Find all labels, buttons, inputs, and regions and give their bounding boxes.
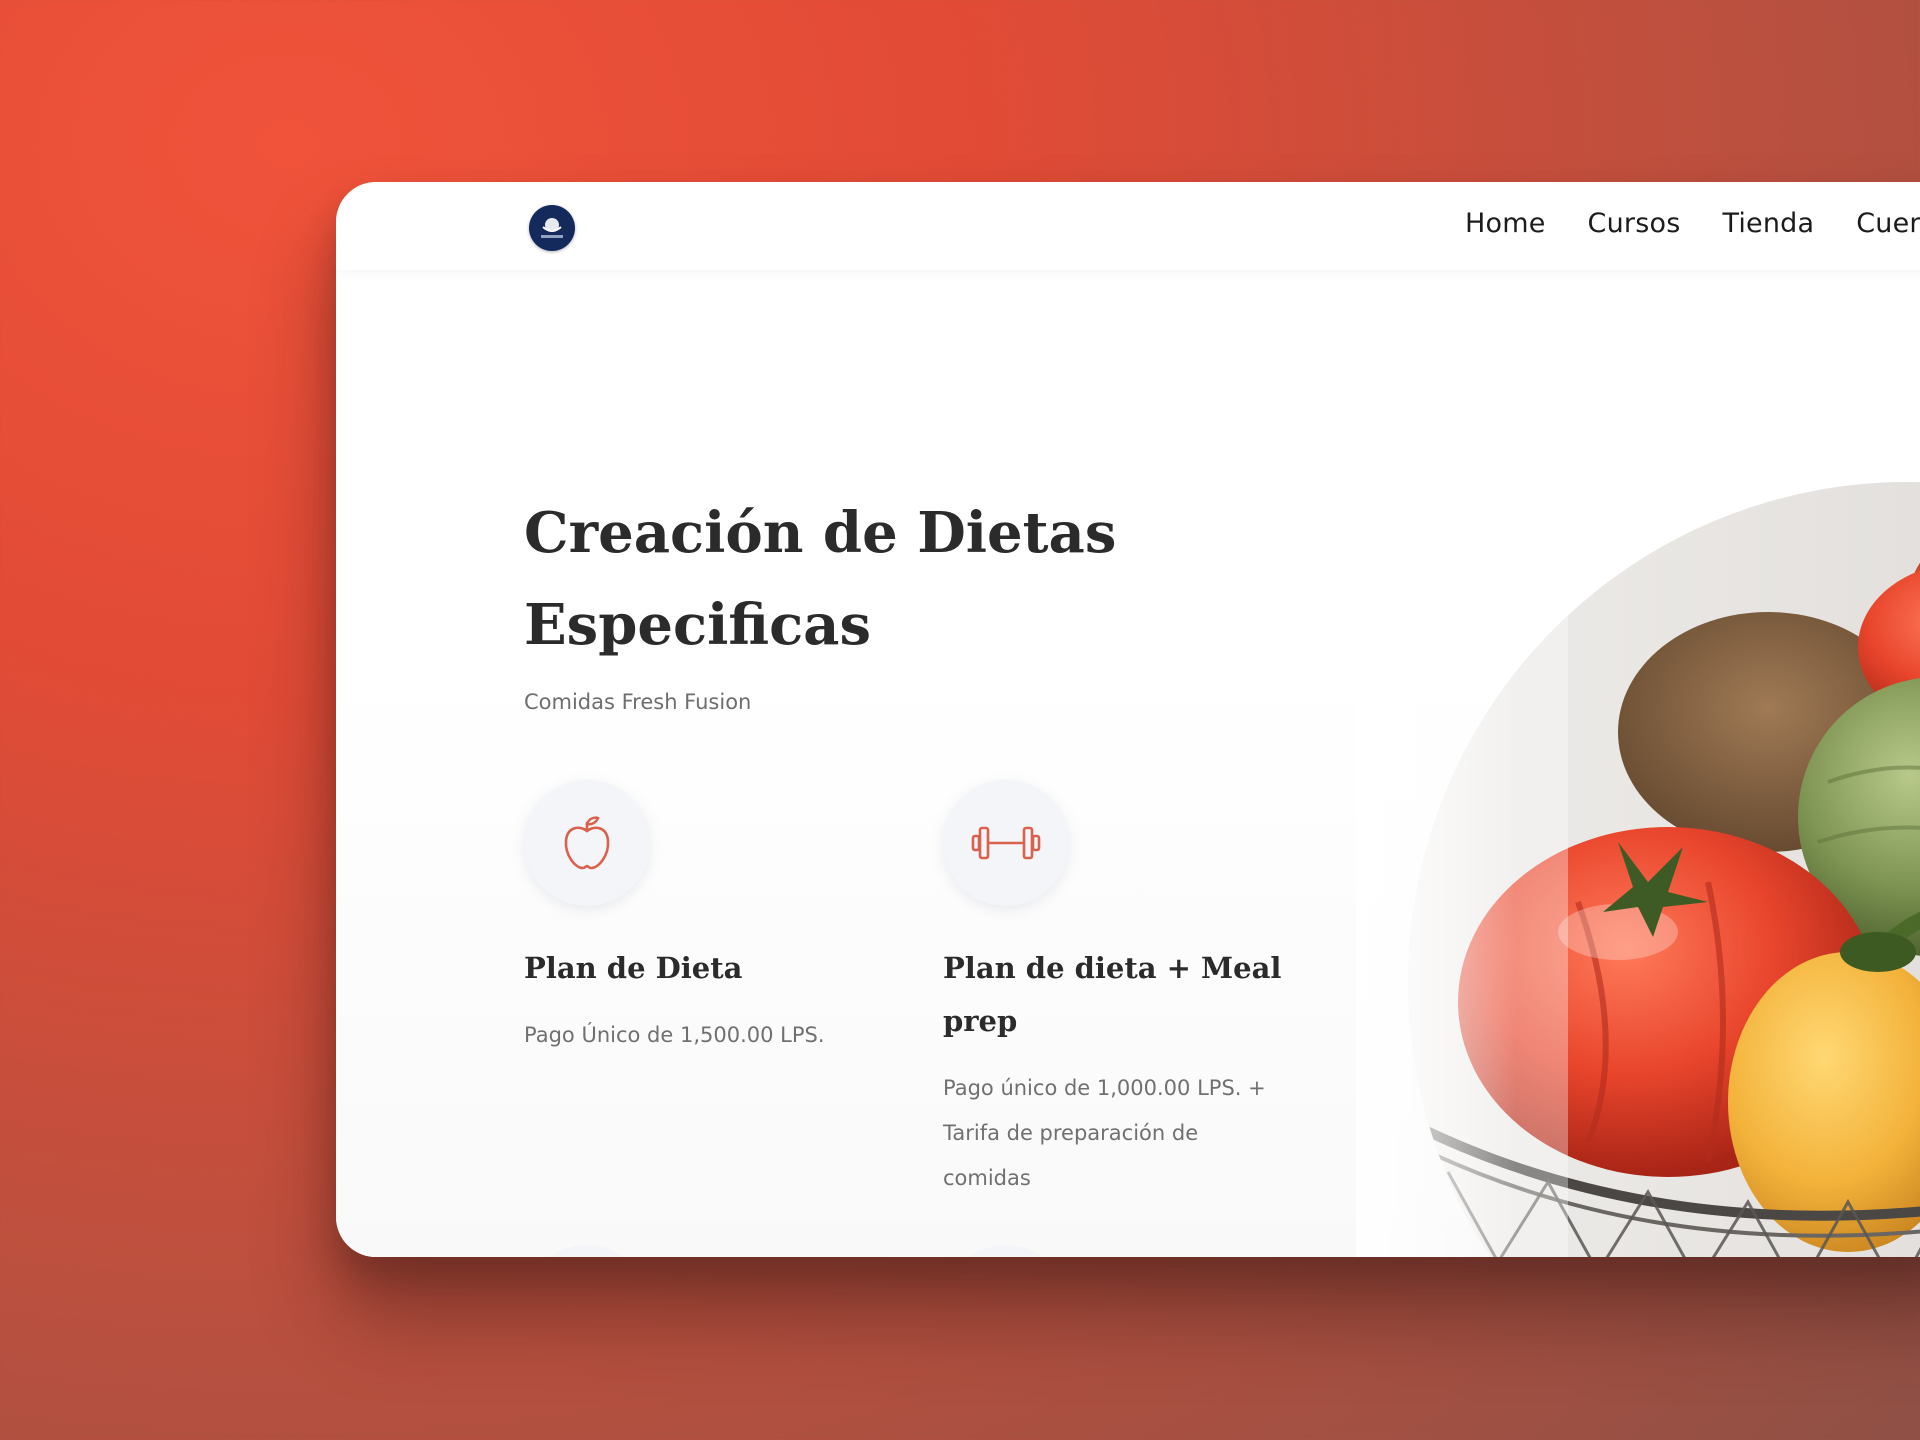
hero-title: Creación de Dietas Especificas xyxy=(524,500,1117,658)
feature-description: Pago Único de 1,500.00 LPS. xyxy=(524,1023,825,1047)
logo-icon xyxy=(541,218,563,238)
hero-subtitle: Comidas Fresh Fusion xyxy=(524,690,752,714)
feature-title: Plan de dieta + Meal prep xyxy=(943,951,1282,1038)
feature-description: Pago único de 1,000.00 LPS. + Tarifa de … xyxy=(943,1076,1266,1190)
feature-plan-meal-prep: Plan de dieta + Meal prep Pago único de … xyxy=(943,780,1283,1201)
feature-plan-dieta: Plan de Dieta Pago Único de 1,500.00 LPS… xyxy=(524,780,864,1058)
browser-card: Home Cursos Tienda Cuen Creación de Diet… xyxy=(336,182,1920,1257)
nav-cursos[interactable]: Cursos xyxy=(1588,208,1681,239)
main-nav: Home Cursos Tienda Cuen xyxy=(1465,208,1920,239)
top-navbar: Home Cursos Tienda Cuen xyxy=(336,182,1920,270)
nav-home[interactable]: Home xyxy=(1465,208,1546,239)
nav-cuenta[interactable]: Cuen xyxy=(1856,208,1920,239)
feature-icon-circle xyxy=(524,780,650,906)
site-logo[interactable] xyxy=(529,205,575,251)
dumbbell-icon xyxy=(971,826,1041,860)
feature-icon-circle xyxy=(943,780,1069,906)
nav-tienda[interactable]: Tienda xyxy=(1722,208,1814,239)
apple-icon xyxy=(564,816,610,870)
feature-title: Plan de Dieta xyxy=(524,951,743,985)
